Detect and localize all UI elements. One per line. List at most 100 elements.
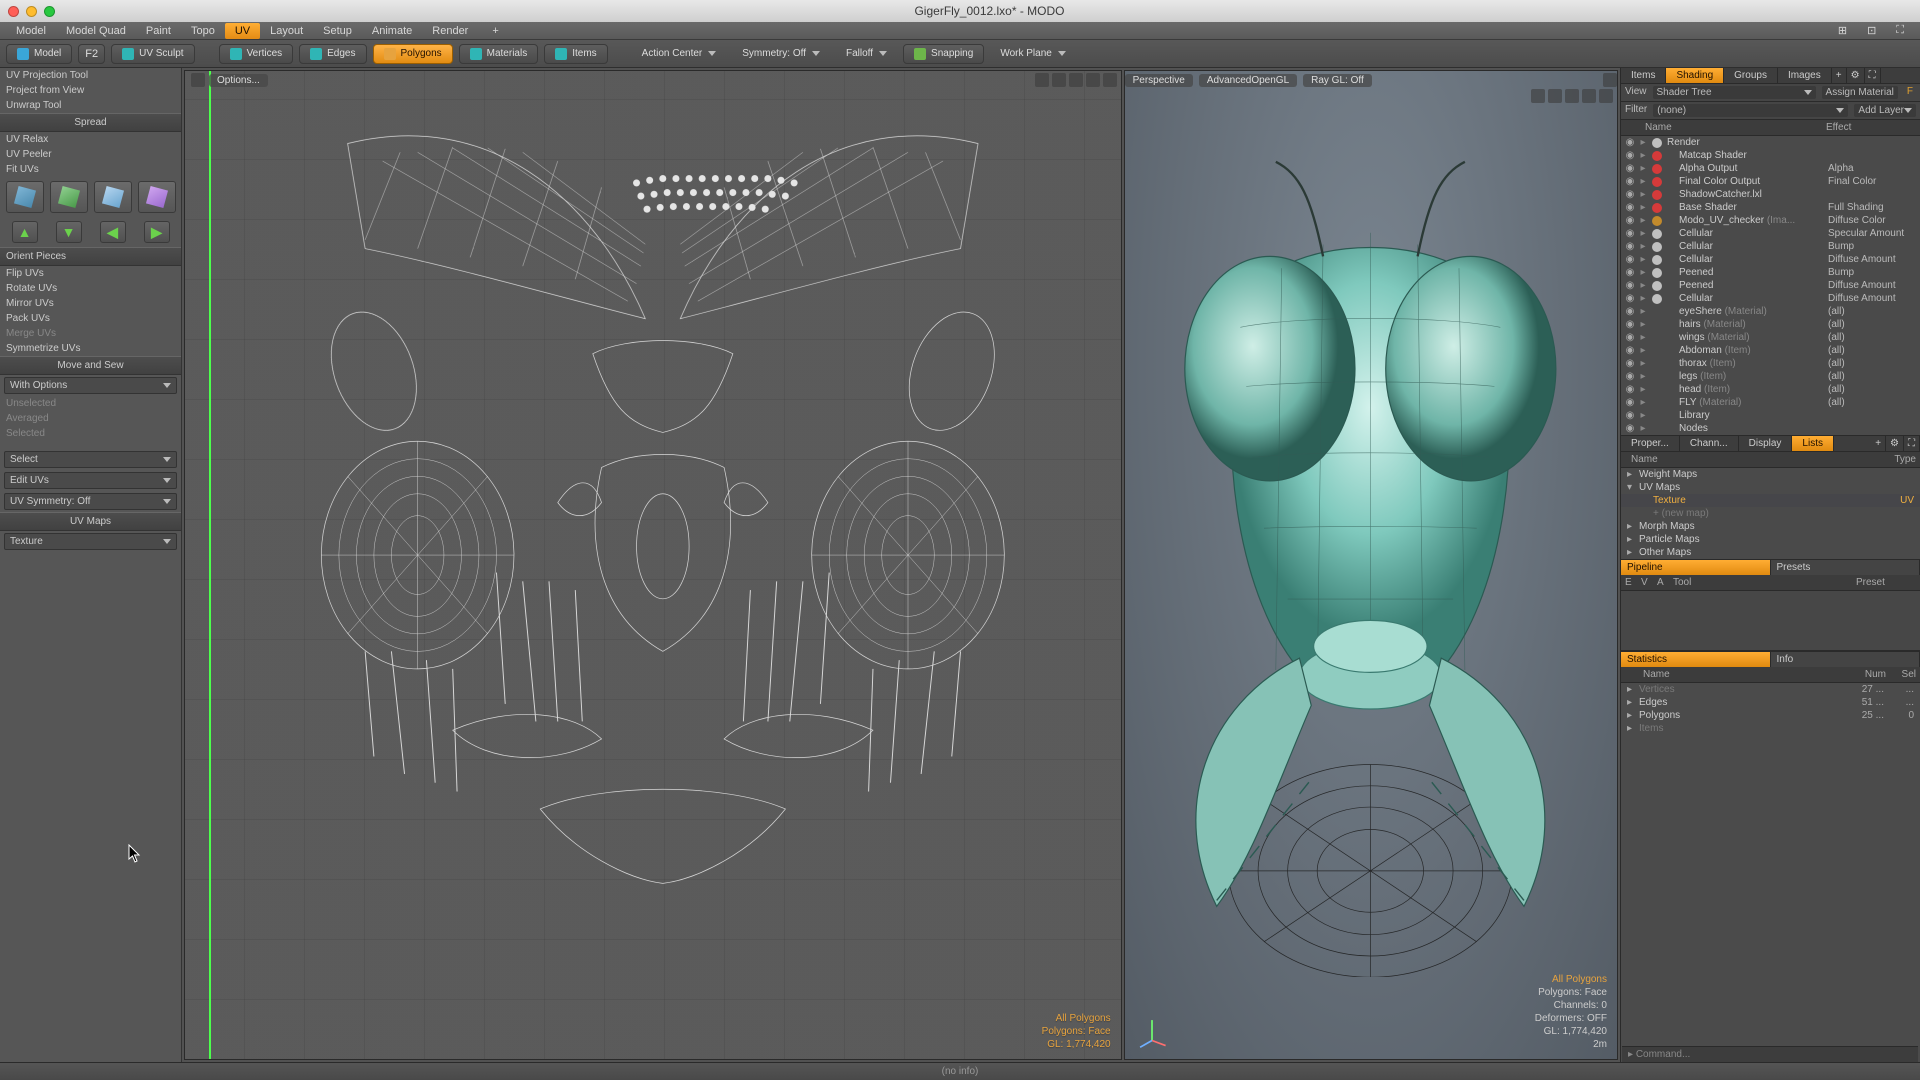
expand-toggle-icon[interactable]: ▸ (1637, 267, 1649, 278)
layout-tab-animate[interactable]: Animate (362, 23, 422, 39)
symmetry-dropdown[interactable]: Symmetry: Off (732, 45, 830, 62)
visibility-toggle-icon[interactable]: ◉ (1623, 228, 1637, 239)
move-sew-averaged[interactable]: Averaged (0, 411, 181, 426)
view-perspective-tab[interactable]: Perspective (1125, 74, 1193, 87)
tab-pipeline[interactable]: Pipeline (1621, 560, 1771, 575)
visibility-toggle-icon[interactable]: ◉ (1623, 423, 1637, 434)
add-layout-tab-button[interactable]: + (482, 23, 508, 39)
map-group[interactable]: ▸Weight Maps (1621, 468, 1920, 481)
viewport-nav-2-icon[interactable] (1052, 73, 1066, 87)
tool-project-from-view[interactable]: Project from View (0, 83, 181, 98)
map-group[interactable]: ▾UV Maps (1621, 481, 1920, 494)
visibility-toggle-icon[interactable]: ◉ (1623, 371, 1637, 382)
expand-toggle-icon[interactable]: ▸ (1637, 371, 1649, 382)
tool-fit-uvs[interactable]: Fit UVs (0, 162, 181, 177)
uv-viewport[interactable]: Options... (184, 70, 1122, 1060)
tab-presets[interactable]: Presets (1771, 560, 1920, 575)
minimize-window-button[interactable] (26, 6, 37, 17)
expand-toggle-icon[interactable]: ▸ (1627, 547, 1639, 558)
tab-lists[interactable]: Lists (1792, 436, 1834, 451)
stats-row[interactable]: ▸Edges51 ...... (1621, 696, 1920, 709)
shader-tree-row[interactable]: ◉▸Modo_UV_checker (Ima...Diffuse Color (1621, 214, 1920, 227)
visibility-toggle-icon[interactable]: ◉ (1623, 137, 1637, 148)
projection-type-2-button[interactable] (50, 181, 88, 213)
falloff-dropdown[interactable]: Falloff (836, 45, 897, 62)
visibility-toggle-icon[interactable]: ◉ (1623, 254, 1637, 265)
shader-tree-row[interactable]: ◉▸PeenedBump (1621, 266, 1920, 279)
stats-row[interactable]: ▸Polygons25 ...0 (1621, 709, 1920, 722)
uv-map-texture-dropdown[interactable]: Texture (4, 533, 177, 550)
tab-properties[interactable]: Proper... (1621, 436, 1680, 451)
projection-type-4-button[interactable] (138, 181, 176, 213)
expand-toggle-icon[interactable]: ▸ (1637, 319, 1649, 330)
arrow-right-button[interactable]: ▶ (144, 221, 170, 243)
uv-sculpt-button[interactable]: UV Sculpt (111, 44, 194, 64)
expand-toggle-icon[interactable]: ▸ (1637, 215, 1649, 226)
expand-toggle-icon[interactable]: ▸ (1637, 306, 1649, 317)
with-options-dropdown[interactable]: With Options (4, 377, 177, 394)
shader-tree-row[interactable]: ◉▸Abdoman (Item)(all) (1621, 344, 1920, 357)
shader-tree-row[interactable]: ◉▸CellularBump (1621, 240, 1920, 253)
viewport-nav-2-icon[interactable] (1548, 89, 1562, 103)
stats-row[interactable]: ▸Vertices27 ...... (1621, 683, 1920, 696)
expand-toggle-icon[interactable]: ▸ (1637, 397, 1649, 408)
tool-merge-uvs[interactable]: Merge UVs (0, 326, 181, 341)
shader-tree-row[interactable]: ◉▸Render (1621, 136, 1920, 149)
shader-tree-row[interactable]: ◉▸Base ShaderFull Shading (1621, 201, 1920, 214)
layout-tab-setup[interactable]: Setup (313, 23, 362, 39)
expand-toggle-icon[interactable]: ▸ (1627, 521, 1639, 532)
shader-tree-row[interactable]: ◉▸Matcap Shader (1621, 149, 1920, 162)
shader-tree-row[interactable]: ◉▸Nodes (1621, 422, 1920, 435)
viewport-nav-5-icon[interactable] (1599, 89, 1613, 103)
map-item[interactable]: + (new map) (1621, 507, 1920, 520)
view-shading-tab[interactable]: AdvancedOpenGL (1199, 74, 1297, 87)
stats-row[interactable]: ▸Items (1621, 722, 1920, 735)
shader-tree-row[interactable]: ◉▸Alpha OutputAlpha (1621, 162, 1920, 175)
tab-items[interactable]: Items (1621, 68, 1666, 83)
visibility-toggle-icon[interactable]: ◉ (1623, 176, 1637, 187)
expand-toggle-icon[interactable]: ▾ (1627, 482, 1639, 493)
visibility-toggle-icon[interactable]: ◉ (1623, 319, 1637, 330)
shader-tree-row[interactable]: ◉▸ShadowCatcher.lxl (1621, 188, 1920, 201)
layout-tab-model[interactable]: Model (6, 23, 56, 39)
filter-dropdown[interactable]: (none) (1653, 104, 1848, 117)
arrow-left-button[interactable]: ◀ (100, 221, 126, 243)
visibility-toggle-icon[interactable]: ◉ (1623, 397, 1637, 408)
layout-tab-paint[interactable]: Paint (136, 23, 181, 39)
expand-toggle-icon[interactable]: ▸ (1627, 723, 1639, 734)
perspective-viewport[interactable]: Perspective AdvancedOpenGL Ray GL: Off (1124, 70, 1618, 1060)
shader-tree-row[interactable]: ◉▸legs (Item)(all) (1621, 370, 1920, 383)
shader-tree-row[interactable]: ◉▸wings (Material)(all) (1621, 331, 1920, 344)
visibility-toggle-icon[interactable]: ◉ (1623, 202, 1637, 213)
viewport-nav-3-icon[interactable] (1565, 89, 1579, 103)
expand-toggle-icon[interactable]: ▸ (1627, 534, 1639, 545)
expand-toggle-icon[interactable]: ▸ (1637, 202, 1649, 213)
tool-unwrap[interactable]: Unwrap Tool (0, 98, 181, 113)
shader-tree-row[interactable]: ◉▸Library (1621, 409, 1920, 422)
expand-toggle-icon[interactable]: ▸ (1637, 150, 1649, 161)
tool-mirror-uvs[interactable]: Mirror UVs (0, 296, 181, 311)
tab-display[interactable]: Display (1739, 436, 1793, 451)
expand-toggle-icon[interactable]: ▸ (1637, 137, 1649, 148)
workplane-dropdown[interactable]: Work Plane (990, 45, 1076, 62)
projection-type-3-button[interactable] (94, 181, 132, 213)
tab-info[interactable]: Info (1771, 652, 1920, 667)
expand-toggle-icon[interactable]: ▸ (1637, 254, 1649, 265)
expand-toggle-icon[interactable]: ▸ (1637, 228, 1649, 239)
shader-tree-row[interactable]: ◉▸FLY (Material)(all) (1621, 396, 1920, 409)
menubar-extra-2-icon[interactable]: ⊡ (1857, 22, 1886, 39)
close-window-button[interactable] (8, 6, 19, 17)
select-vertices-button[interactable]: Vertices (219, 44, 294, 64)
layout-tab-uv[interactable]: UV (225, 23, 260, 39)
shader-tree-dropdown[interactable]: Shader Tree (1653, 86, 1816, 99)
shader-tree-row[interactable]: ◉▸CellularSpecular Amount (1621, 227, 1920, 240)
panel-gear-icon[interactable]: ⚙ (1886, 436, 1904, 451)
visibility-toggle-icon[interactable]: ◉ (1623, 306, 1637, 317)
visibility-toggle-icon[interactable]: ◉ (1623, 280, 1637, 291)
expand-toggle-icon[interactable]: ▸ (1637, 332, 1649, 343)
expand-toggle-icon[interactable]: ▸ (1637, 241, 1649, 252)
viewport-nav-1-icon[interactable] (1531, 89, 1545, 103)
expand-toggle-icon[interactable]: ▸ (1637, 384, 1649, 395)
visibility-toggle-icon[interactable]: ◉ (1623, 215, 1637, 226)
map-group[interactable]: ▸Morph Maps (1621, 520, 1920, 533)
